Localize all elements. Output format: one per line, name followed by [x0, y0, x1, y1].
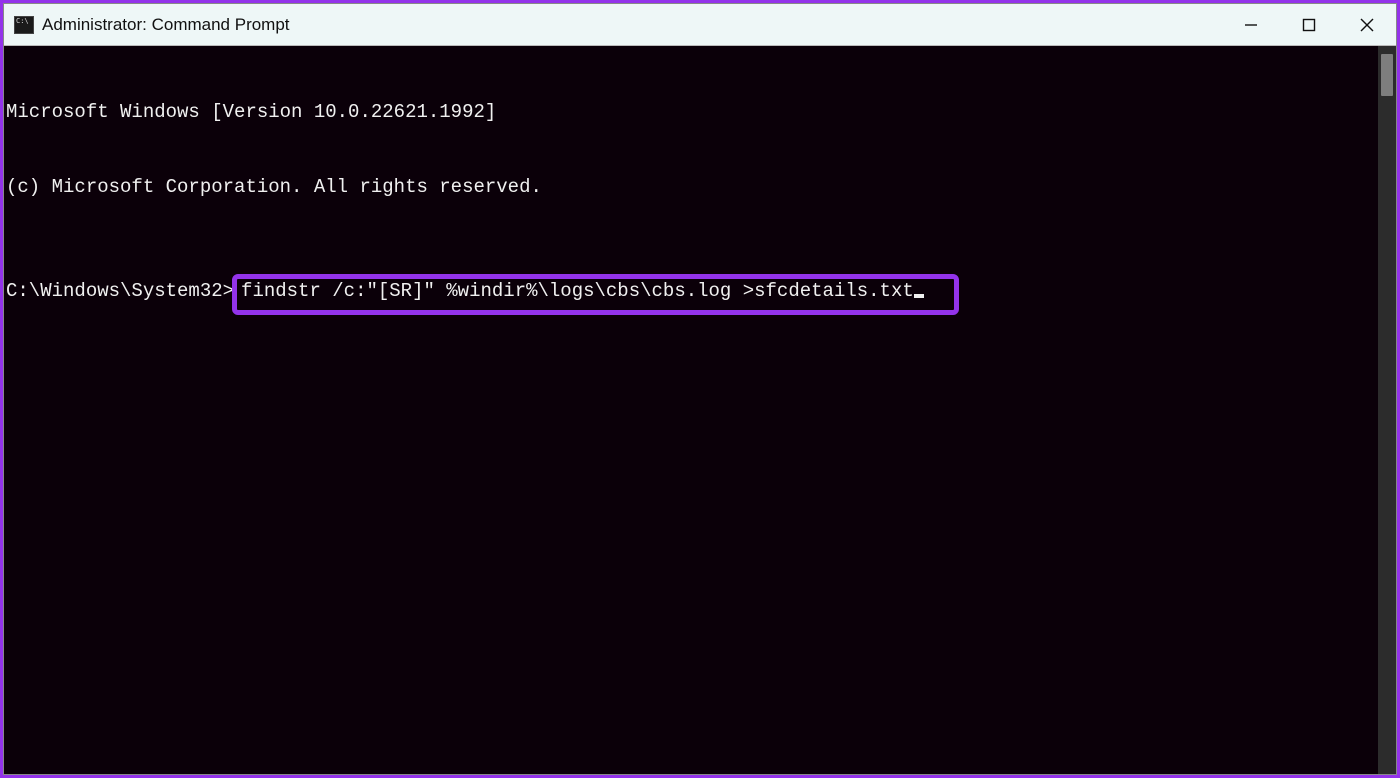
- maximize-icon: [1302, 18, 1316, 32]
- command-highlight-box: findstr /c:"[SR]" %windir%\logs\cbs\cbs.…: [232, 274, 959, 315]
- scrollbar-thumb[interactable]: [1381, 54, 1393, 96]
- window-title: Administrator: Command Prompt: [42, 15, 290, 35]
- close-button[interactable]: [1338, 4, 1396, 45]
- prompt-line: C:\Windows\System32> findstr /c:"[SR]" %w…: [6, 274, 1376, 315]
- console-output[interactable]: Microsoft Windows [Version 10.0.22621.19…: [4, 46, 1378, 774]
- titlebar[interactable]: Administrator: Command Prompt: [4, 4, 1396, 46]
- command-prompt-window: Administrator: Command Prompt: [3, 3, 1397, 775]
- console-area: Microsoft Windows [Version 10.0.22621.19…: [4, 46, 1396, 774]
- prompt-path: C:\Windows\System32>: [6, 279, 234, 304]
- minimize-button[interactable]: [1222, 4, 1280, 45]
- vertical-scrollbar[interactable]: [1378, 46, 1396, 774]
- maximize-button[interactable]: [1280, 4, 1338, 45]
- title-left: Administrator: Command Prompt: [14, 15, 290, 35]
- typed-command: findstr /c:"[SR]" %windir%\logs\cbs\cbs.…: [241, 279, 914, 304]
- close-icon: [1360, 18, 1374, 32]
- version-line: Microsoft Windows [Version 10.0.22621.19…: [6, 100, 1376, 125]
- minimize-icon: [1244, 18, 1258, 32]
- cmd-icon: [14, 16, 34, 34]
- window-controls: [1222, 4, 1396, 45]
- text-cursor: [914, 294, 924, 298]
- copyright-line: (c) Microsoft Corporation. All rights re…: [6, 175, 1376, 200]
